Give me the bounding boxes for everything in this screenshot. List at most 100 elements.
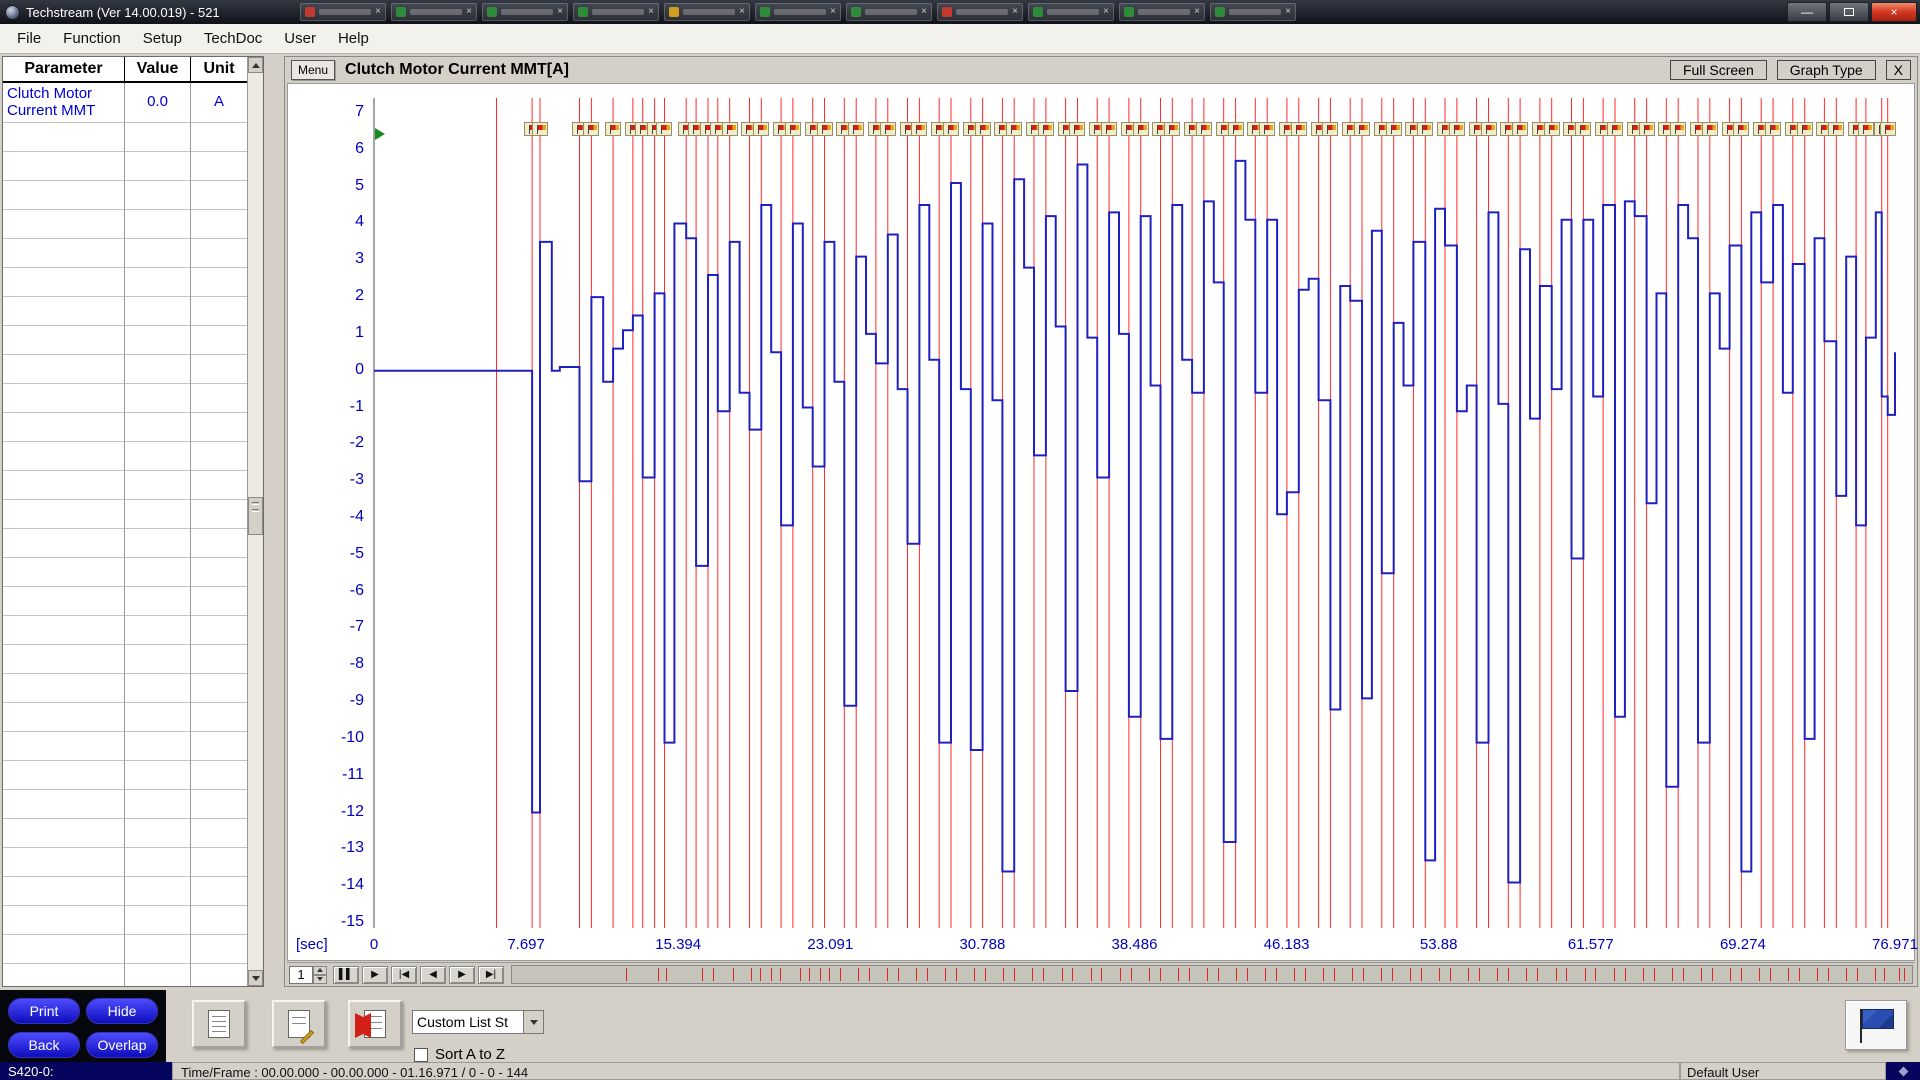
spinner-down-icon[interactable] bbox=[313, 975, 327, 984]
scrollbar-thumb[interactable] bbox=[248, 497, 263, 535]
hide-button[interactable]: Hide bbox=[86, 998, 158, 1024]
taskbar-thumbnail[interactable]: × bbox=[755, 3, 841, 21]
table-row[interactable] bbox=[3, 819, 247, 848]
frame-spinner-value[interactable]: 1 bbox=[289, 966, 313, 984]
taskbar-thumbnail[interactable]: × bbox=[300, 3, 386, 21]
table-row[interactable] bbox=[3, 645, 247, 674]
table-row[interactable] bbox=[3, 123, 247, 152]
print-button[interactable]: Print bbox=[8, 998, 80, 1024]
thumbnail-close-icon[interactable]: × bbox=[1103, 7, 1109, 17]
record-transfer-button[interactable] bbox=[348, 1000, 402, 1048]
timeline-event-tick bbox=[702, 968, 703, 981]
menu-file[interactable]: File bbox=[6, 26, 52, 51]
taskbar-thumbnail[interactable]: × bbox=[573, 3, 659, 21]
full-screen-button[interactable]: Full Screen bbox=[1670, 60, 1767, 80]
flag-tool-button[interactable] bbox=[1845, 1000, 1907, 1050]
taskbar-thumbnail[interactable]: × bbox=[1028, 3, 1114, 21]
thumbnail-close-icon[interactable]: × bbox=[1194, 7, 1200, 17]
table-row[interactable] bbox=[3, 877, 247, 906]
pause-button[interactable]: ▌▌ bbox=[333, 966, 359, 984]
thumbnail-close-icon[interactable]: × bbox=[739, 7, 745, 17]
dropdown-arrow-icon[interactable] bbox=[523, 1011, 543, 1033]
taskbar-thumbnail[interactable]: × bbox=[1210, 3, 1296, 21]
maximize-button[interactable] bbox=[1829, 2, 1869, 22]
timeline-scrollbar[interactable] bbox=[511, 965, 1913, 984]
graph-type-button[interactable]: Graph Type bbox=[1777, 60, 1876, 80]
menu-function[interactable]: Function bbox=[52, 26, 132, 51]
table-row[interactable] bbox=[3, 848, 247, 877]
table-row[interactable] bbox=[3, 442, 247, 471]
table-row[interactable] bbox=[3, 935, 247, 964]
thumbnail-close-icon[interactable]: × bbox=[375, 7, 381, 17]
table-row[interactable] bbox=[3, 732, 247, 761]
table-row[interactable] bbox=[3, 413, 247, 442]
menu-help[interactable]: Help bbox=[327, 26, 380, 51]
event-flag-icon bbox=[1880, 122, 1896, 136]
table-row[interactable] bbox=[3, 964, 247, 986]
table-row[interactable] bbox=[3, 210, 247, 239]
event-flag-icon bbox=[532, 122, 548, 136]
table-row[interactable] bbox=[3, 471, 247, 500]
scroll-up-icon[interactable] bbox=[248, 57, 263, 73]
graph-close-button[interactable]: X bbox=[1886, 60, 1911, 80]
minimize-button[interactable]: — bbox=[1787, 2, 1827, 22]
taskbar-thumbnail[interactable]: × bbox=[846, 3, 932, 21]
play-button[interactable]: ▶ bbox=[362, 966, 388, 984]
menu-setup[interactable]: Setup bbox=[132, 26, 193, 51]
first-frame-button[interactable]: |◀ bbox=[391, 966, 417, 984]
table-row[interactable] bbox=[3, 703, 247, 732]
thumbnail-close-icon[interactable]: × bbox=[1285, 7, 1291, 17]
thumbnail-close-icon[interactable]: × bbox=[1012, 7, 1018, 17]
thumbnail-close-icon[interactable]: × bbox=[830, 7, 836, 17]
thumbnail-close-icon[interactable]: × bbox=[466, 7, 472, 17]
empty-cell bbox=[125, 935, 191, 964]
status-user[interactable]: Default User bbox=[1680, 1062, 1886, 1080]
taskbar-thumbnail[interactable]: × bbox=[1119, 3, 1205, 21]
back-button[interactable]: Back bbox=[8, 1032, 80, 1058]
table-row[interactable]: Clutch Motor Current MMT 0.0 A bbox=[3, 83, 247, 123]
table-row[interactable] bbox=[3, 239, 247, 268]
chart-plot-area[interactable]: 76543210-1-2-3-4-5-6-7-8-9-10-11-12-13-1… bbox=[287, 83, 1915, 961]
table-row[interactable] bbox=[3, 384, 247, 413]
edit-snapshot-button[interactable] bbox=[272, 1000, 326, 1048]
table-row[interactable] bbox=[3, 152, 247, 181]
scroll-down-icon[interactable] bbox=[248, 970, 263, 986]
taskbar-thumbnail[interactable]: × bbox=[937, 3, 1023, 21]
table-scrollbar[interactable] bbox=[247, 57, 263, 986]
list-select-dropdown[interactable]: Custom List St bbox=[412, 1010, 544, 1034]
overlap-button[interactable]: Overlap bbox=[86, 1032, 158, 1058]
table-row[interactable] bbox=[3, 326, 247, 355]
table-row[interactable] bbox=[3, 558, 247, 587]
next-frame-button[interactable]: ▶ bbox=[449, 966, 475, 984]
table-row[interactable] bbox=[3, 500, 247, 529]
table-row[interactable] bbox=[3, 355, 247, 384]
table-row[interactable] bbox=[3, 616, 247, 645]
last-frame-button[interactable]: ▶| bbox=[478, 966, 504, 984]
table-row[interactable] bbox=[3, 268, 247, 297]
spinner-up-icon[interactable] bbox=[313, 966, 327, 975]
table-row[interactable] bbox=[3, 790, 247, 819]
menu-user[interactable]: User bbox=[273, 26, 327, 51]
thumbnail-close-icon[interactable]: × bbox=[557, 7, 563, 17]
prev-frame-button[interactable]: ◀ bbox=[420, 966, 446, 984]
table-row[interactable] bbox=[3, 761, 247, 790]
graph-menu-button[interactable]: Menu bbox=[291, 60, 335, 80]
thumbnail-close-icon[interactable]: × bbox=[921, 7, 927, 17]
table-row[interactable] bbox=[3, 297, 247, 326]
thumbnail-close-icon[interactable]: × bbox=[648, 7, 654, 17]
timeline-event-tick bbox=[1683, 968, 1684, 981]
sort-a-to-z-checkbox[interactable] bbox=[414, 1048, 428, 1062]
taskbar-thumbnail[interactable]: × bbox=[391, 3, 477, 21]
table-row[interactable] bbox=[3, 906, 247, 935]
menu-techdoc[interactable]: TechDoc bbox=[193, 26, 273, 51]
close-button[interactable]: × bbox=[1871, 2, 1917, 22]
frame-spinner[interactable]: 1 bbox=[289, 966, 327, 984]
data-list-view-button[interactable] bbox=[192, 1000, 246, 1048]
taskbar-thumbnail[interactable]: × bbox=[664, 3, 750, 21]
taskbar-thumbnail[interactable]: × bbox=[482, 3, 568, 21]
title-bar[interactable]: Techstream (Ver 14.00.019) - 521 ×××××××… bbox=[0, 0, 1920, 24]
table-row[interactable] bbox=[3, 674, 247, 703]
table-row[interactable] bbox=[3, 181, 247, 210]
table-row[interactable] bbox=[3, 529, 247, 558]
table-row[interactable] bbox=[3, 587, 247, 616]
